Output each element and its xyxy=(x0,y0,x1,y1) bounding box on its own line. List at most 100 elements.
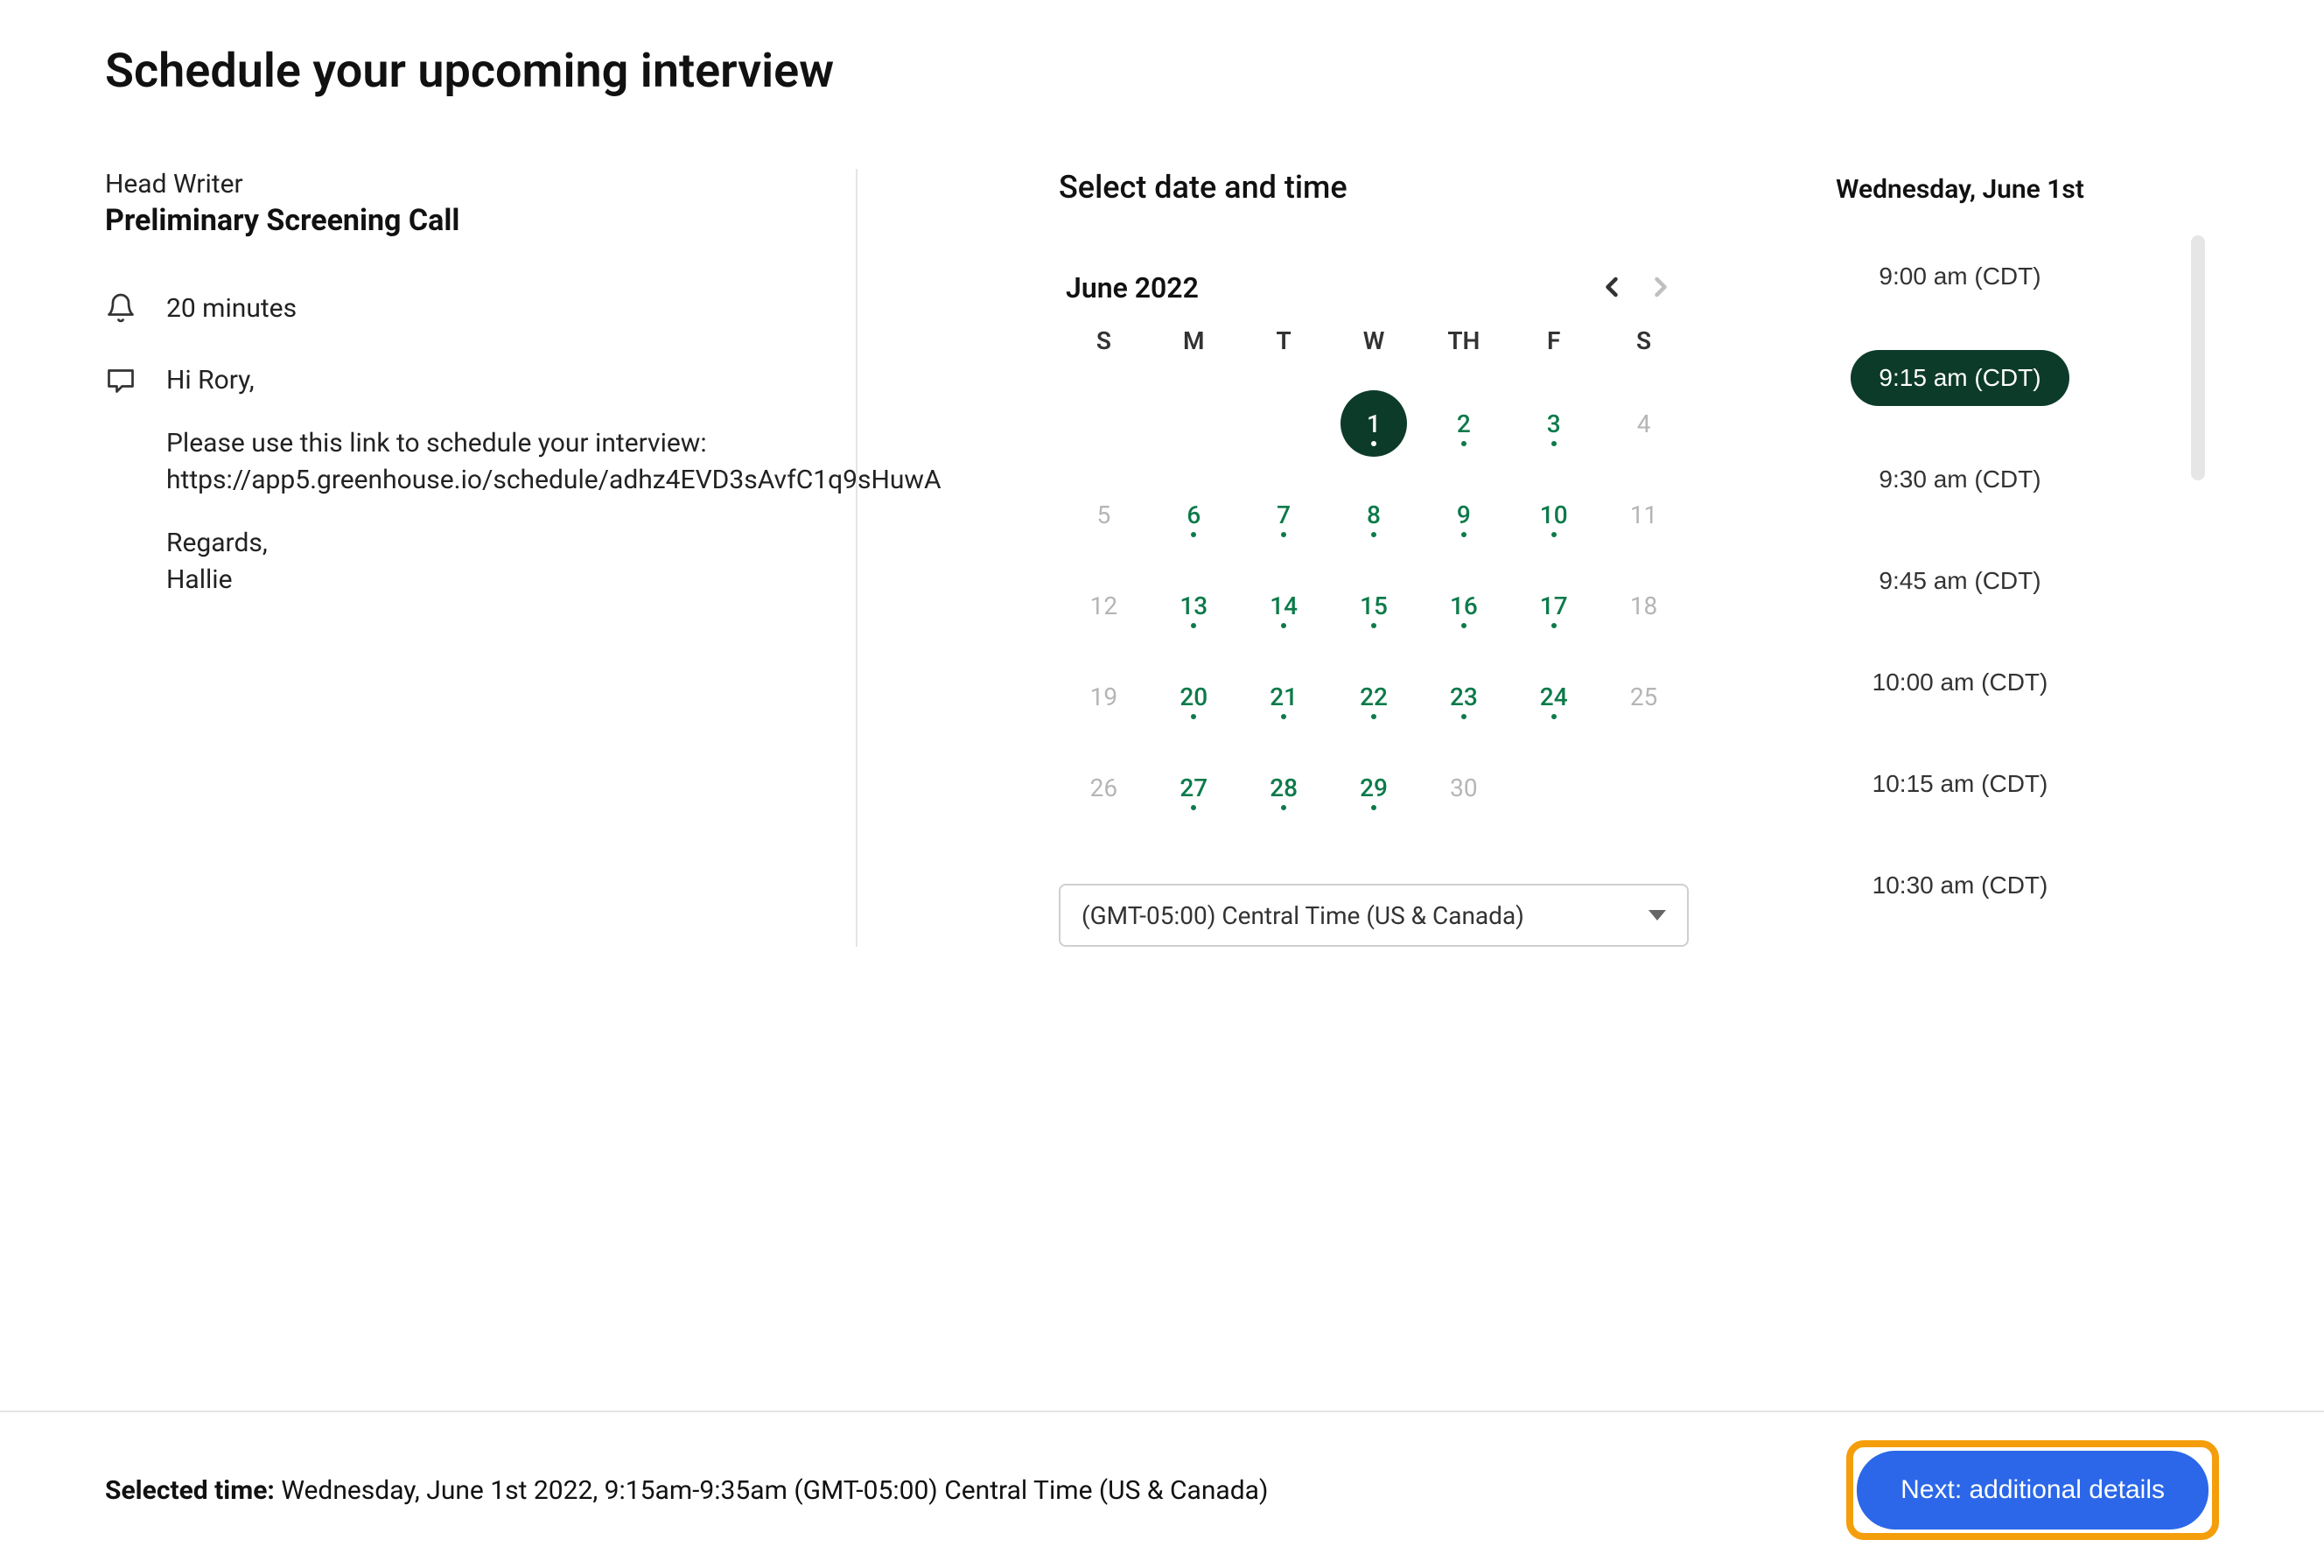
calendar-day-button[interactable]: 23 xyxy=(1418,670,1508,723)
availability-dot-icon xyxy=(1371,623,1376,628)
time-slot-button[interactable]: 9:00 am (CDT) xyxy=(1851,248,2068,304)
calendar-day: 10 xyxy=(1508,488,1599,541)
calendar-day: 20 xyxy=(1149,670,1239,723)
calendar-next-button[interactable] xyxy=(1640,267,1682,309)
selected-time-label: Selected time: xyxy=(105,1475,275,1506)
calendar-day-button[interactable]: 21 xyxy=(1239,670,1329,723)
calendar-day: 30 xyxy=(1418,761,1508,814)
availability-dot-icon xyxy=(1461,441,1466,446)
calendar-day-number: 3 xyxy=(1547,410,1561,438)
event-details-panel: Head Writer Preliminary Screening Call 2… xyxy=(105,169,858,947)
calendar-day xyxy=(1239,397,1329,450)
calendar-day-number: 21 xyxy=(1270,682,1298,711)
calendar-day: 14 xyxy=(1239,579,1329,632)
time-slot-button[interactable]: 10:00 am (CDT) xyxy=(1844,654,2076,710)
calendar-day: 4 xyxy=(1599,397,1689,450)
time-slot-button[interactable]: 9:45 am (CDT) xyxy=(1851,553,2068,609)
time-slot-button[interactable]: 10:15 am (CDT) xyxy=(1844,756,2076,812)
calendar-day-number: 10 xyxy=(1540,500,1568,529)
calendar-day-button: 25 xyxy=(1599,670,1689,723)
calendar-day: 15 xyxy=(1329,579,1419,632)
calendar-day-number: 2 xyxy=(1457,410,1471,438)
calendar-day-button[interactable]: 10 xyxy=(1508,488,1599,541)
calendar-day-button[interactable]: 1 xyxy=(1329,397,1419,450)
time-slot-button[interactable]: 9:30 am (CDT) xyxy=(1851,452,2068,508)
calendar-day-button[interactable]: 27 xyxy=(1149,761,1239,814)
calendar-day-button[interactable]: 28 xyxy=(1239,761,1329,814)
availability-dot-icon xyxy=(1461,532,1466,537)
availability-dot-icon xyxy=(1191,532,1196,537)
scrollbar[interactable] xyxy=(2191,235,2205,480)
calendar-day-button[interactable]: 3 xyxy=(1508,397,1599,450)
selected-time-summary: Selected time: Wednesday, June 1st 2022,… xyxy=(105,1475,1268,1506)
availability-dot-icon xyxy=(1551,714,1557,719)
time-slots-panel: Wednesday, June 1st 9:00 am (CDT) 9:15 am… xyxy=(1811,169,2109,947)
calendar-day-button: 18 xyxy=(1599,579,1689,632)
time-slot-list: 9:00 am (CDT) 9:15 am (CDT) 9:30 am (CDT) 9… xyxy=(1811,248,2109,808)
calendar-day-button[interactable]: 14 xyxy=(1239,579,1329,632)
calendar-day-button[interactable]: 24 xyxy=(1508,670,1599,723)
time-slot-button[interactable]: 10:30 am (CDT) xyxy=(1844,858,2076,914)
calendar-panel: Select date and time June 2022 xyxy=(1059,169,1689,947)
calendar-day-button[interactable]: 17 xyxy=(1508,579,1599,632)
calendar-day-button: 30 xyxy=(1418,761,1508,814)
footer-bar: Selected time: Wednesday, June 1st 2022,… xyxy=(0,1410,2324,1568)
calendar-day-number: 14 xyxy=(1270,592,1298,620)
calendar-day-button[interactable]: 9 xyxy=(1418,488,1508,541)
calendar-day-number: 24 xyxy=(1540,682,1568,711)
calendar-day-number: 20 xyxy=(1180,682,1208,711)
calendar-day xyxy=(1059,397,1149,450)
calendar-day-button[interactable]: 15 xyxy=(1329,579,1419,632)
calendar-day-button[interactable]: 8 xyxy=(1329,488,1419,541)
duration-text: 20 minutes xyxy=(166,290,297,327)
calendar-day-button[interactable]: 20 xyxy=(1149,670,1239,723)
calendar-day-number: 11 xyxy=(1630,500,1657,529)
calendar-day-number: 4 xyxy=(1637,410,1651,438)
calendar-day-number: 18 xyxy=(1630,592,1657,620)
calendar-day: 21 xyxy=(1239,670,1329,723)
calendar-day-number: 19 xyxy=(1090,682,1117,711)
message-greeting: Hi Rory, xyxy=(166,362,942,399)
calendar-day-button: 4 xyxy=(1599,397,1689,450)
calendar-day-button[interactable]: 7 xyxy=(1239,488,1329,541)
calendar-day-button[interactable]: 13 xyxy=(1149,579,1239,632)
calendar-dow: S xyxy=(1059,326,1149,359)
calendar-dow: W xyxy=(1329,326,1419,359)
calendar-day-number: 8 xyxy=(1367,500,1381,529)
time-slot-button[interactable]: 9:15 am (CDT) xyxy=(1851,350,2068,406)
timezone-select[interactable]: (GMT-05:00) Central Time (US & Canada) xyxy=(1059,884,1689,947)
calendar-day: 7 xyxy=(1239,488,1329,541)
message-body: Please use this link to schedule your in… xyxy=(166,425,942,499)
calendar-day-button[interactable]: 16 xyxy=(1418,579,1508,632)
calendar-day-number: 12 xyxy=(1090,592,1117,620)
calendar-day-number: 29 xyxy=(1360,774,1388,802)
bell-icon xyxy=(105,292,136,324)
calendar-day-button: 26 xyxy=(1059,761,1149,814)
calendar-day-button[interactable]: 6 xyxy=(1149,488,1239,541)
calendar-day: 28 xyxy=(1239,761,1329,814)
calendar-day-number: 13 xyxy=(1180,592,1208,620)
chevron-right-icon xyxy=(1645,271,1676,305)
calendar-day-button: 12 xyxy=(1059,579,1149,632)
calendar-day: 3 xyxy=(1508,397,1599,450)
calendar-day: 8 xyxy=(1329,488,1419,541)
calendar-day-button[interactable]: 2 xyxy=(1418,397,1508,450)
selected-date-heading: Wednesday, June 1st xyxy=(1811,174,2109,205)
calendar-day: 23 xyxy=(1418,670,1508,723)
calendar-month-label: June 2022 xyxy=(1066,271,1199,304)
message-text: Hi Rory, Please use this link to schedul… xyxy=(166,362,942,625)
calendar-day-button[interactable]: 22 xyxy=(1329,670,1419,723)
next-button[interactable]: Next: additional details xyxy=(1857,1451,2208,1530)
availability-dot-icon xyxy=(1461,623,1466,628)
availability-dot-icon xyxy=(1551,532,1557,537)
calendar-day-number: 27 xyxy=(1180,774,1208,802)
calendar-day-number: 28 xyxy=(1270,774,1298,802)
calendar-day: 9 xyxy=(1418,488,1508,541)
calendar-dow: T xyxy=(1239,326,1329,359)
calendar-day-number: 26 xyxy=(1090,774,1117,802)
calendar-day: 16 xyxy=(1418,579,1508,632)
calendar-day: 18 xyxy=(1599,579,1689,632)
calendar-day-button[interactable]: 29 xyxy=(1329,761,1419,814)
calendar-day-button: 11 xyxy=(1599,488,1689,541)
calendar-prev-button[interactable] xyxy=(1591,267,1633,309)
